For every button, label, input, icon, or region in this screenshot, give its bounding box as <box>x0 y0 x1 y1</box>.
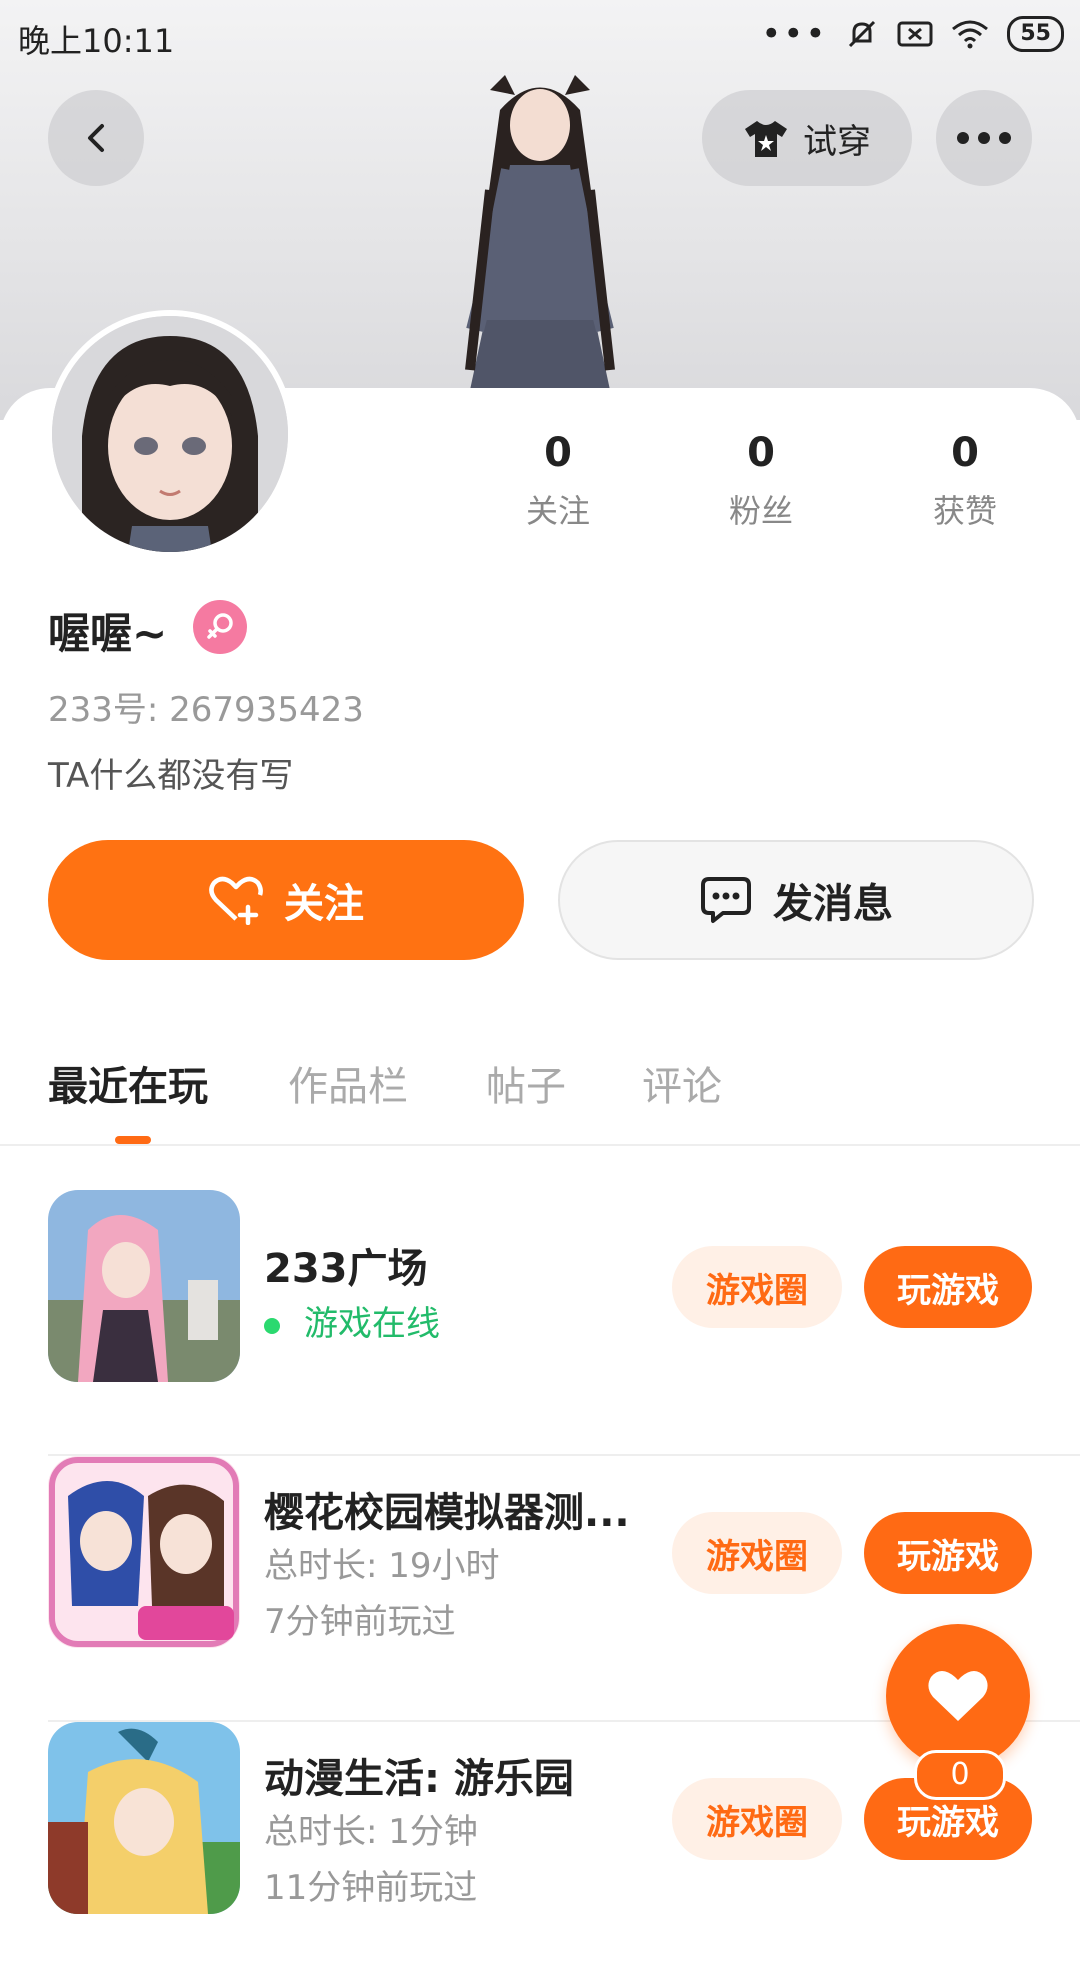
try-on-button[interactable]: 试穿 <box>702 90 912 186</box>
avatar[interactable] <box>46 310 294 558</box>
tab-recently-played[interactable]: 最近在玩 <box>48 1054 208 1112</box>
user-bio: TA什么都没有写 <box>48 756 294 796</box>
user-id: 233号: 267935423 <box>48 690 364 730</box>
stat-likes-value: 0 <box>951 430 979 476</box>
heart-plus-icon <box>209 876 263 925</box>
stat-following[interactable]: 0 关注 <box>478 430 638 532</box>
game-circle-button[interactable]: 游戏圈 <box>672 1778 842 1860</box>
bell-muted-icon <box>849 20 876 48</box>
game-title: 233广场 <box>264 1246 428 1292</box>
wifi-icon <box>952 20 989 49</box>
more-options-button[interactable] <box>936 90 1032 186</box>
avatar-portrait <box>52 316 288 552</box>
play-game-button[interactable]: 玩游戏 <box>864 1512 1032 1594</box>
chat-bubble-icon <box>701 877 751 923</box>
game-title: 樱花校园模拟器测... <box>264 1490 630 1536</box>
stat-followers-value: 0 <box>747 430 775 476</box>
send-message-button[interactable]: 发消息 <box>558 840 1034 960</box>
status-time: 晚上10:11 <box>18 22 175 60</box>
shirt-icon <box>745 121 787 157</box>
sim-none-icon <box>897 21 933 47</box>
stat-followers[interactable]: 0 粉丝 <box>681 430 841 532</box>
status-icons: ••• 55 <box>761 14 1064 54</box>
game-circle-button[interactable]: 游戏圈 <box>672 1246 842 1328</box>
female-symbol-icon <box>207 613 233 639</box>
game-row[interactable]: 233广场 游戏在线 游戏圈 玩游戏 <box>48 1190 1080 1456</box>
avatar-3d-figure[interactable] <box>430 70 650 390</box>
tab-active-indicator <box>115 1136 151 1144</box>
game-title: 动漫生活: 游乐园 <box>264 1756 574 1802</box>
follow-button[interactable]: 关注 <box>48 840 524 960</box>
tab-posts[interactable]: 帖子 <box>486 1054 566 1112</box>
battery-indicator: 55 <box>1007 16 1064 52</box>
stat-likes-label: 获赞 <box>932 492 997 530</box>
game-icon-sakura-school[interactable] <box>48 1456 240 1648</box>
stat-following-label: 关注 <box>525 492 590 530</box>
game-icon-anime-life[interactable] <box>48 1722 240 1914</box>
chevron-left-icon <box>88 124 104 152</box>
play-game-button[interactable]: 玩游戏 <box>864 1246 1032 1328</box>
username: 喔喔~ <box>48 609 168 658</box>
heart-icon <box>928 1671 988 1721</box>
game-duration: 总时长: 1分钟 <box>264 1812 478 1852</box>
follow-label: 关注 <box>284 881 364 927</box>
online-dot-icon <box>264 1317 280 1334</box>
more-dots-icon <box>957 132 1011 144</box>
game-online-status: 游戏在线 <box>264 1296 440 1345</box>
status-bar: 晚上10:11 ••• 55 <box>0 0 1080 72</box>
like-count-badge: 0 <box>914 1750 1006 1800</box>
game-icon-233-plaza[interactable] <box>48 1190 240 1382</box>
back-button[interactable] <box>48 90 144 186</box>
game-last-played: 7分钟前玩过 <box>264 1602 456 1642</box>
game-duration: 总时长: 19小时 <box>264 1546 500 1586</box>
tab-comments[interactable]: 评论 <box>642 1054 722 1112</box>
like-fab-button[interactable] <box>886 1624 1030 1768</box>
try-on-label: 试穿 <box>803 121 871 162</box>
tab-works[interactable]: 作品栏 <box>288 1054 408 1112</box>
send-message-label: 发消息 <box>773 881 893 927</box>
stat-likes[interactable]: 0 获赞 <box>885 430 1045 532</box>
game-online-label: 游戏在线 <box>304 1304 440 1344</box>
stat-following-value: 0 <box>544 430 572 476</box>
more-notifications-icon: ••• <box>761 14 828 54</box>
game-circle-button[interactable]: 游戏圈 <box>672 1512 842 1594</box>
game-last-played: 11分钟前玩过 <box>264 1868 478 1908</box>
stat-followers-label: 粉丝 <box>728 492 793 530</box>
gender-female-icon <box>193 600 247 654</box>
profile-tabs: 最近在玩 作品栏 帖子 评论 <box>0 1040 1080 1146</box>
